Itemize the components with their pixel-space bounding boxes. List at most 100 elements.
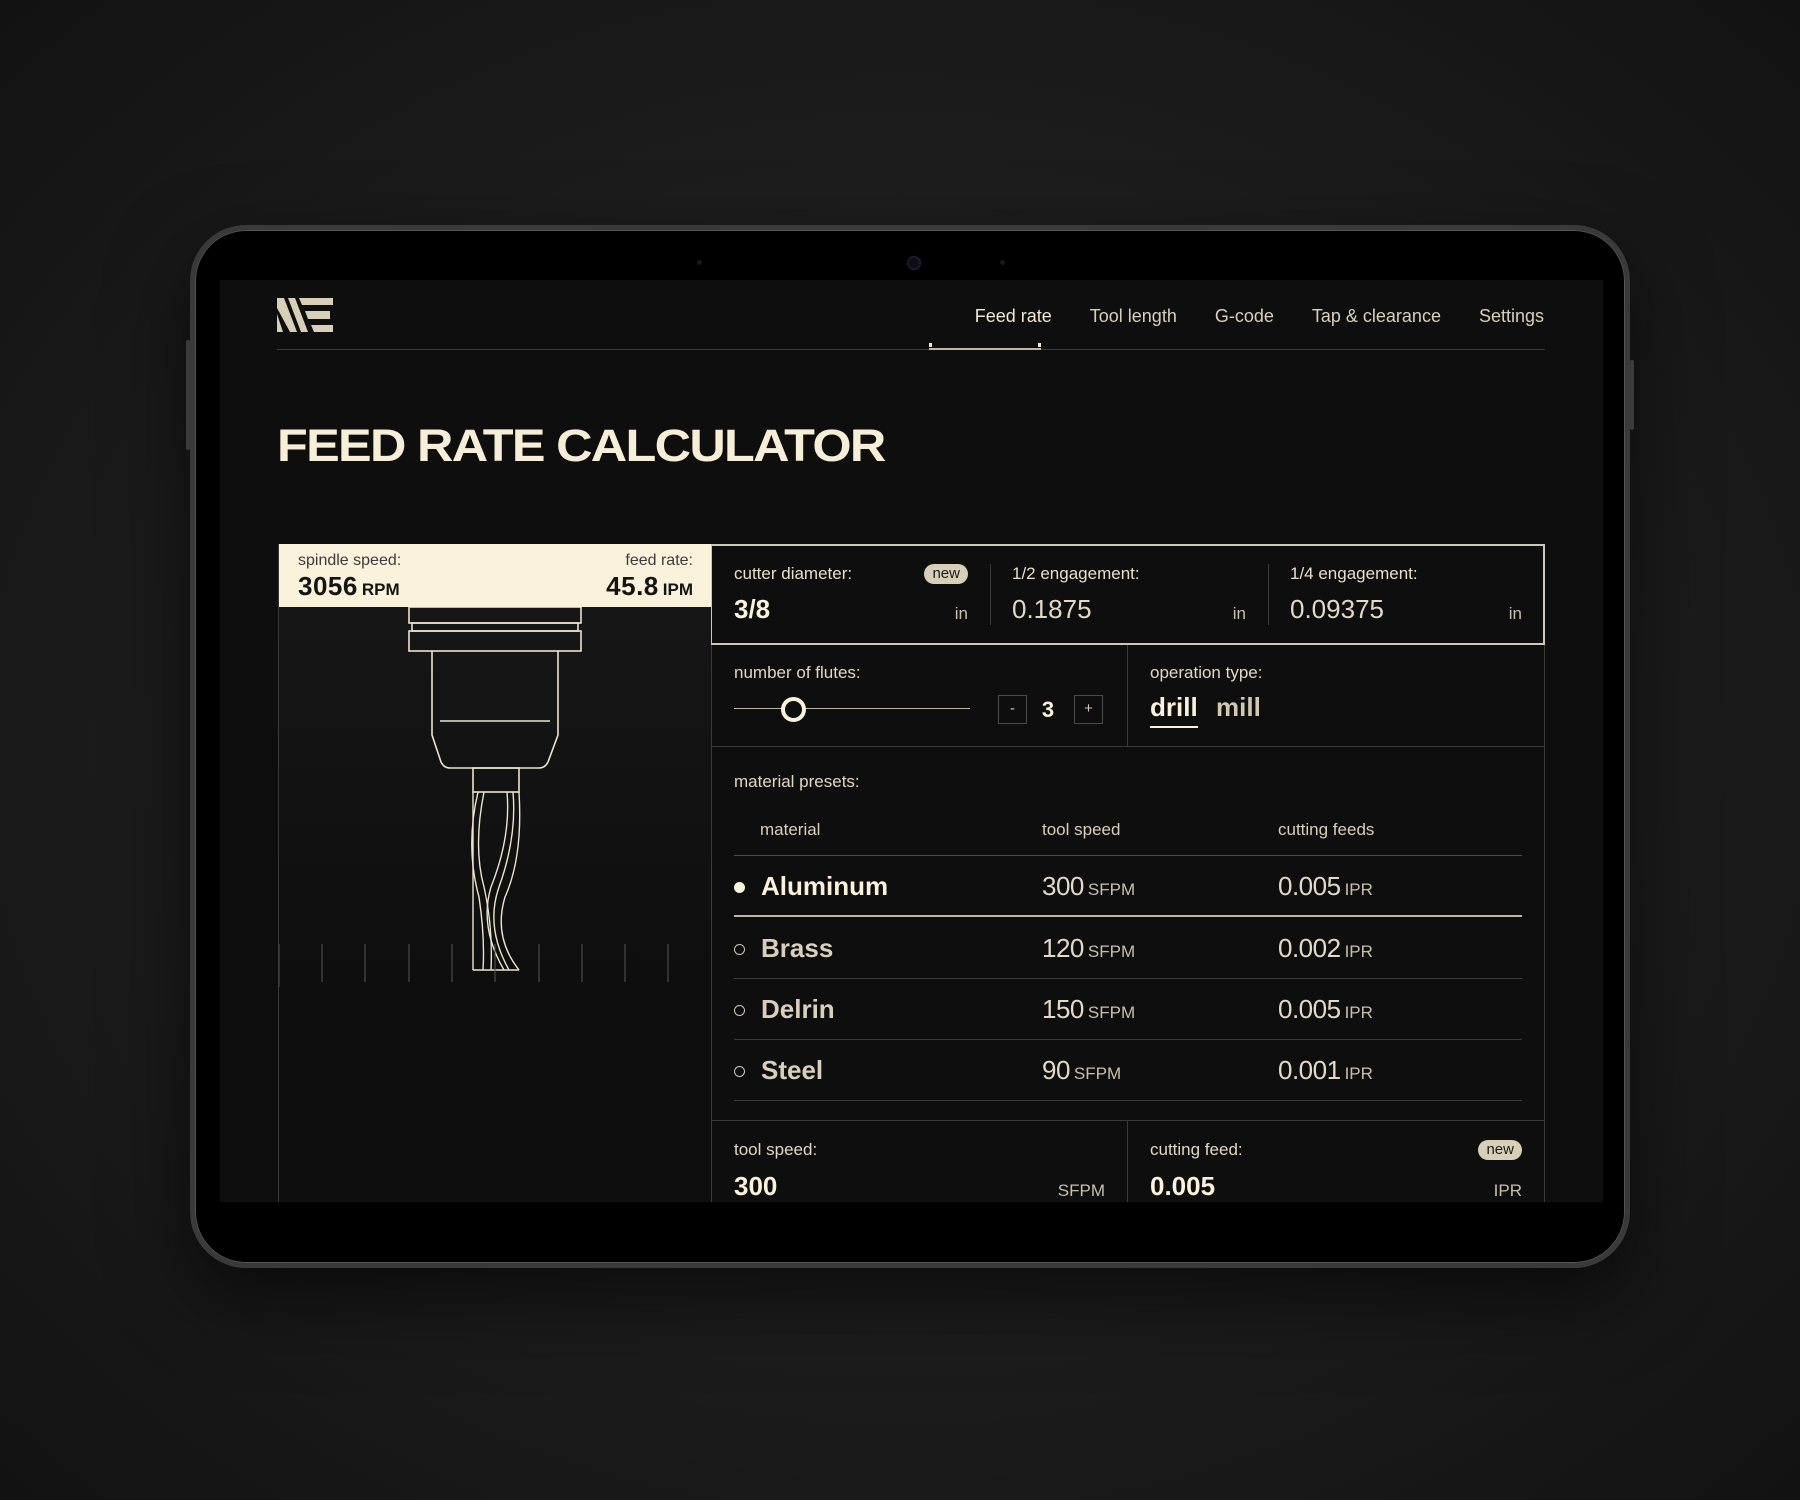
active-tab-indicator [929,343,1041,350]
preset-row-steel[interactable]: Steel 90 SFPM 0.001 IPR [734,1040,1522,1101]
cutting-feed-unit: IPR [1344,1003,1373,1022]
tool-speed-unit: SFPM [1087,942,1136,961]
spindle-speed-label: spindle speed: [298,552,402,569]
cutting-feed-unit: IPR [1344,880,1373,899]
spindle-speed-unit: RPM [361,580,400,599]
main-nav: Feed rate Tool length G-code Tap & clear… [975,306,1544,327]
column-header-material: material [760,820,821,839]
quarter-engagement-field: 1/4 engagement: 0.09375 in [1268,546,1544,643]
tool-speed-unit: SFPM [1073,1064,1122,1083]
radio-empty-icon[interactable] [734,1066,745,1077]
tool-speed-cell: 300 SFPM [1042,871,1135,902]
tool-speed-unit: SFPM [1087,880,1136,899]
result-readout: spindle speed: 3056 RPM feed rate: 45.8 IP… [279,544,712,607]
radio-empty-icon[interactable] [734,944,745,955]
cutter-diameter-unit: in [954,604,968,623]
operation-drill[interactable]: drill [1150,692,1198,728]
cutter-diameter-label: cutter diameter: [734,564,853,583]
page-title: FEED RATE CALCULATOR [277,420,886,471]
operation-type-control: operation type: drill mill [1128,645,1544,746]
operation-mill[interactable]: mill [1216,692,1261,723]
cutting-feed-output[interactable]: cutting feed: new 0.005 IPR [1128,1121,1544,1202]
cutting-feed-value: 0.005 [1278,871,1341,901]
half-engagement-field: 1/2 engagement: 0.1875 in [990,546,1268,643]
tool-speed-output[interactable]: tool speed: 300 SFPM [712,1121,1128,1202]
material-name: Aluminum [761,871,889,901]
spindle-speed-value: 3056 RPM [298,571,400,602]
tool-speed-value: 90 [1042,1055,1070,1085]
quarter-engagement-unit: in [1508,604,1522,623]
tool-speed-cell: 150 SFPM [1042,994,1135,1025]
half-engagement-unit: in [1232,604,1246,623]
column-header-cutting-feeds: cutting feeds [1278,820,1375,839]
end-mill-illustration [279,607,712,987]
material-name: Delrin [761,994,835,1024]
cutter-diameter-value[interactable]: 3/8 [734,594,770,625]
output-row: tool speed: 300 SFPM cutting feed: new 0… [712,1120,1544,1202]
radio-selected-icon[interactable] [734,882,745,893]
preset-row-delrin[interactable]: Delrin 150 SFPM 0.005 IPR [734,979,1522,1040]
cutting-feed-value: 0.005 [1278,994,1341,1024]
cutting-feed-value: 0.001 [1278,1055,1341,1085]
quarter-engagement-label: 1/4 engagement: [1290,564,1418,583]
flutes-operation-row: number of flutes: - 3 + operation type: … [712,645,1544,747]
nav-settings[interactable]: Settings [1479,306,1544,327]
tool-speed-value: 120 [1042,933,1084,963]
cutting-feed-cell: 0.005 IPR [1278,994,1373,1025]
radio-empty-icon[interactable] [734,1005,745,1016]
material-presets-label: material presets: [734,772,860,791]
tool-speed-output-unit: SFPM [1057,1181,1105,1200]
half-engagement-value: 0.1875 [1012,594,1092,624]
calculator-panel: cutter diameter: new 3/8 in 1/2 engageme… [711,544,1545,1202]
tool-speed-output-value[interactable]: 300 [734,1171,777,1202]
cutting-feed-unit: IPR [1344,942,1373,961]
material-presets: material presets: material tool speed cu… [712,747,1544,1120]
flutes-slider-thumb[interactable] [780,697,806,722]
material-name: Steel [761,1055,824,1085]
cutting-feed-cell: 0.001 IPR [1278,1055,1373,1086]
nav-tool-length[interactable]: Tool length [1090,306,1177,327]
app-screen: Feed rate Tool length G-code Tap & clear… [220,280,1603,1202]
camera-icon [907,256,921,270]
nav-feed-rate[interactable]: Feed rate [975,306,1052,327]
feed-rate-label: feed rate: [625,552,693,569]
cutting-feed-output-label: cutting feed: [1150,1140,1243,1159]
decrement-button[interactable]: - [998,695,1027,724]
cutter-diameter-field[interactable]: cutter diameter: new 3/8 in [712,546,990,643]
nav-divider [277,349,1545,350]
flutes-slider[interactable] [734,708,970,709]
sensor-dot [697,260,702,265]
increment-button[interactable]: + [1074,695,1103,724]
logo-icon [277,298,333,332]
tool-speed-value: 150 [1042,994,1084,1024]
cutting-feed-unit: IPR [1344,1064,1373,1083]
spindle-speed-number: 3056 [298,571,358,601]
tool-speed-value: 300 [1042,871,1084,901]
nav-tap-clearance[interactable]: Tap & clearance [1312,306,1441,327]
operation-type-label: operation type: [1150,663,1263,682]
tool-speed-cell: 120 SFPM [1042,933,1135,964]
cutting-feed-output-unit: IPR [1493,1181,1522,1200]
column-header-tool-speed: tool speed [1042,820,1121,839]
preset-row-aluminum[interactable]: Aluminum 300 SFPM 0.005 IPR [734,856,1522,917]
tool-visual-panel: spindle speed: 3056 RPM feed rate: 45.8 IP… [278,544,712,1202]
flutes-label: number of flutes: [734,663,861,682]
flutes-value: 3 [1041,697,1055,722]
new-badge: new [924,564,968,584]
diameter-row: cutter diameter: new 3/8 in 1/2 engageme… [711,544,1545,645]
nav-g-code[interactable]: G-code [1215,306,1274,327]
feed-rate-number: 45.8 [606,571,659,601]
side-button [1630,360,1634,430]
side-button [186,340,190,450]
sensor-dot [1000,260,1005,265]
half-engagement-label: 1/2 engagement: [1012,564,1140,583]
tool-speed-unit: SFPM [1087,1003,1136,1022]
preset-row-brass[interactable]: Brass 120 SFPM 0.002 IPR [734,918,1522,979]
feed-rate-unit: IPM [662,580,693,599]
cutting-feed-cell: 0.005 IPR [1278,871,1373,902]
material-name: Brass [761,933,834,963]
tool-speed-output-label: tool speed: [734,1140,818,1159]
cutting-feed-output-value[interactable]: 0.005 [1150,1171,1215,1202]
flutes-control: number of flutes: - 3 + [712,645,1128,746]
feed-rate-value: 45.8 IPM [606,571,693,602]
